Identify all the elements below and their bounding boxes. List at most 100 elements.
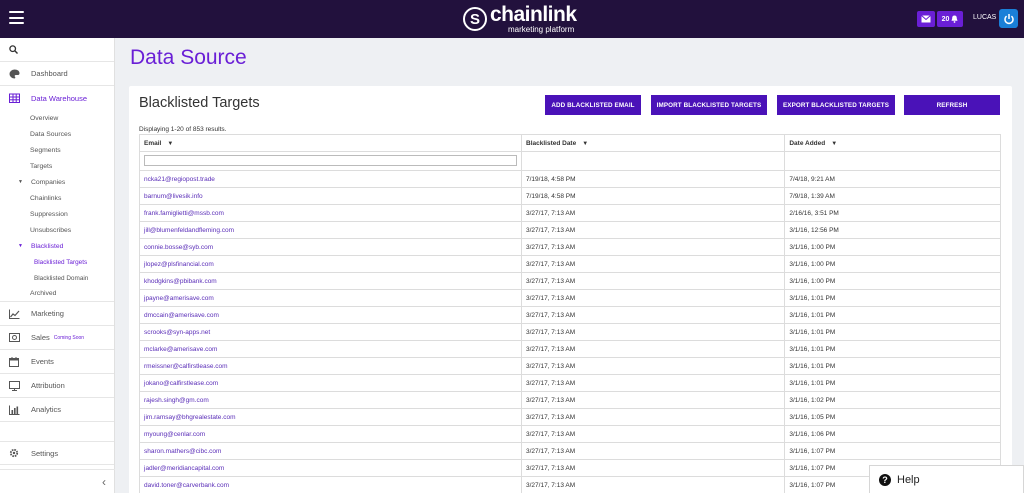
column-header-blacklisted-date[interactable]: Blacklisted Date ▼	[520, 134, 786, 152]
email-cell[interactable]: frank.famiglietti@mssb.com	[139, 204, 522, 222]
caret-down-icon: ▼	[18, 243, 23, 249]
sidebar-search[interactable]	[0, 38, 114, 62]
table-row[interactable]: jill@blumenfeldandfleming.com 3/27/17, 7:…	[139, 221, 1001, 239]
sidebar-sub-overview[interactable]: Overview	[0, 110, 114, 126]
blacklisted-date-cell: 3/27/17, 7:13 AM	[520, 306, 786, 324]
date-added-cell: 3/1/16, 1:01 PM	[784, 323, 1001, 341]
table-row[interactable]: jim.ramsay@bhgrealestate.com 3/27/17, 7:1…	[139, 408, 1001, 426]
table-row[interactable]: scrooks@syn-apps.net 3/27/17, 7:13 AM 3/1/…	[139, 323, 1001, 341]
filter-cell	[784, 151, 1001, 171]
email-cell[interactable]: sharon.mathers@cibc.com	[139, 442, 522, 460]
table-row[interactable]: khodgkins@pbibank.com 3/27/17, 7:13 AM 3/1…	[139, 272, 1001, 290]
email-cell[interactable]: khodgkins@pbibank.com	[139, 272, 522, 290]
filter-cell	[520, 151, 786, 171]
email-cell[interactable]: scrooks@syn-apps.net	[139, 323, 522, 341]
email-cell[interactable]: mclarke@amerisave.com	[139, 340, 522, 358]
email-cell[interactable]: barnum@livesik.info	[139, 187, 522, 205]
email-cell[interactable]: jokano@calfirstlease.com	[139, 374, 522, 392]
table-row[interactable]: mclarke@amerisave.com 3/27/17, 7:13 AM 3/1…	[139, 340, 1001, 358]
logo[interactable]: S chainlink marketing platform	[463, 4, 577, 34]
export-blacklisted-targets-button[interactable]: EXPORT BLACKLISTED TARGETS	[777, 95, 895, 115]
notification-count: 20	[941, 15, 950, 23]
import-blacklisted-targets-button[interactable]: IMPORT BLACKLISTED TARGETS	[651, 95, 767, 115]
sidebar-sub-segments[interactable]: Segments	[0, 142, 114, 158]
column-header-date-added[interactable]: Date Added ▼	[784, 134, 1001, 152]
sidebar-sub-targets[interactable]: Targets	[0, 158, 114, 174]
table-row[interactable]: rmeissner@calfirstlease.com 3/27/17, 7:13…	[139, 357, 1001, 375]
sidebar-item-label: Settings	[31, 448, 59, 458]
chevron-left-icon: ‹	[102, 474, 106, 489]
sidebar-item-label: Analytics	[31, 405, 62, 414]
sidebar-sub-companies[interactable]: ▼ Companies	[0, 174, 114, 190]
table-row[interactable]: sharon.mathers@cibc.com 3/27/17, 7:13 AM 3…	[139, 442, 1001, 460]
table-row[interactable]: myoung@cenlar.com 3/27/17, 7:13 AM 3/1/16,…	[139, 425, 1001, 443]
sidebar-item-events[interactable]: Events	[0, 350, 114, 374]
blacklisted-date-cell: 3/27/17, 7:13 AM	[520, 357, 786, 375]
blacklisted-date-cell: 3/27/17, 7:13 AM	[520, 221, 786, 239]
sidebar-sub-unsubscribes[interactable]: Unsubscribes	[0, 222, 114, 238]
email-cell[interactable]: jlopez@plsfinancial.com	[139, 255, 522, 273]
sidebar-sub-archived[interactable]: Archived	[0, 286, 114, 302]
sort-caret-icon: ▼	[582, 140, 589, 147]
sidebar-item-sales[interactable]: Sales Coming Soon	[0, 326, 114, 350]
email-cell[interactable]: david.toner@carverbank.com	[139, 476, 522, 493]
notifications-button[interactable]: 20	[937, 11, 963, 27]
sidebar-item-dashboard[interactable]: Dashboard	[0, 62, 114, 86]
table-row[interactable]: frank.famiglietti@mssb.com 3/27/17, 7:13 …	[139, 204, 1001, 222]
table-row[interactable]: barnum@livesik.info 7/19/18, 4:58 PM 7/9/1…	[139, 187, 1001, 205]
email-cell[interactable]: ncka21@regiopost.trade	[139, 170, 522, 188]
sidebar-item-settings[interactable]: Settings	[0, 441, 114, 465]
calendar-icon	[8, 356, 20, 367]
date-added-cell: 7/4/18, 9:21 AM	[784, 170, 1001, 188]
top-bar: S chainlink marketing platform 20 LUCAS	[0, 0, 1024, 38]
mail-button[interactable]	[917, 11, 935, 27]
power-icon	[1003, 13, 1014, 24]
sidebar-item-label: Events	[31, 357, 54, 366]
email-cell[interactable]: jadler@meridiancapital.com	[139, 459, 522, 477]
table-row[interactable]: jokano@calfirstlease.com 3/27/17, 7:13 AM…	[139, 374, 1001, 392]
sidebar-item-attribution[interactable]: Attribution	[0, 374, 114, 398]
date-added-cell: 3/1/16, 1:00 PM	[784, 272, 1001, 290]
help-widget[interactable]: ? Help	[869, 465, 1024, 493]
sidebar-sub-data-sources[interactable]: Data Sources	[0, 126, 114, 142]
date-added-cell: 3/1/16, 1:07 PM	[784, 442, 1001, 460]
sidebar-sub-blacklisted-targets[interactable]: Blacklisted Targets	[0, 254, 114, 270]
sidebar-sub-blacklisted-domain[interactable]: Blacklisted Domain	[0, 270, 114, 286]
blacklisted-targets-panel: Blacklisted Targets ADD BLACKLISTED EMAI…	[129, 86, 1012, 493]
blacklisted-date-cell: 3/27/17, 7:13 AM	[520, 476, 786, 493]
sidebar-collapse-button[interactable]: ‹	[0, 469, 115, 493]
email-cell[interactable]: rajesh.singh@gm.com	[139, 391, 522, 409]
table-row[interactable]: jlopez@plsfinancial.com 3/27/17, 7:13 AM 3…	[139, 255, 1001, 273]
email-cell[interactable]: connie.bosse@syb.com	[139, 238, 522, 256]
table-row[interactable]: connie.bosse@syb.com 3/27/17, 7:13 AM 3/1/…	[139, 238, 1001, 256]
email-cell[interactable]: jill@blumenfeldandfleming.com	[139, 221, 522, 239]
email-cell[interactable]: dmccain@amerisave.com	[139, 306, 522, 324]
add-blacklisted-email-button[interactable]: ADD BLACKLISTED EMAIL	[545, 95, 641, 115]
sidebar-sub-blacklisted[interactable]: ▼ Blacklisted	[0, 238, 114, 254]
hamburger-menu-icon[interactable]	[9, 11, 24, 24]
results-summary: Displaying 1-20 of 853 results.	[139, 126, 227, 133]
blacklisted-targets-table: Email ▼ Blacklisted Date ▼ Date Added ▼ nck…	[139, 134, 1001, 493]
column-header-email[interactable]: Email ▼	[139, 134, 522, 152]
table-row[interactable]: dmccain@amerisave.com 3/27/17, 7:13 AM 3/1…	[139, 306, 1001, 324]
sidebar-item-data-warehouse[interactable]: Data Warehouse	[0, 86, 114, 110]
table-row[interactable]: rajesh.singh@gm.com 3/27/17, 7:13 AM 3/1/1…	[139, 391, 1001, 409]
sidebar-sub-suppression[interactable]: Suppression	[0, 206, 114, 222]
refresh-button[interactable]: REFRESH	[904, 95, 1000, 115]
date-added-cell: 3/1/16, 1:01 PM	[784, 357, 1001, 375]
date-added-cell: 3/1/16, 1:01 PM	[784, 289, 1001, 307]
table-row[interactable]: ncka21@regiopost.trade 7/19/18, 4:58 PM 7/…	[139, 170, 1001, 188]
email-cell[interactable]: jim.ramsay@bhgrealestate.com	[139, 408, 522, 426]
sort-caret-icon: ▼	[167, 140, 174, 147]
email-cell[interactable]: rmeissner@calfirstlease.com	[139, 357, 522, 375]
sidebar-item-marketing[interactable]: Marketing	[0, 302, 114, 326]
email-cell[interactable]: jpayne@amerisave.com	[139, 289, 522, 307]
user-name[interactable]: LUCAS	[973, 14, 996, 21]
date-added-cell: 3/1/16, 1:01 PM	[784, 306, 1001, 324]
sidebar-sub-chainlinks[interactable]: Chainlinks	[0, 190, 114, 206]
table-row[interactable]: jpayne@amerisave.com 3/27/17, 7:13 AM 3/1/…	[139, 289, 1001, 307]
email-filter-input[interactable]	[144, 155, 517, 166]
email-cell[interactable]: myoung@cenlar.com	[139, 425, 522, 443]
logout-button[interactable]	[999, 9, 1018, 28]
sidebar-item-analytics[interactable]: Analytics	[0, 398, 114, 422]
